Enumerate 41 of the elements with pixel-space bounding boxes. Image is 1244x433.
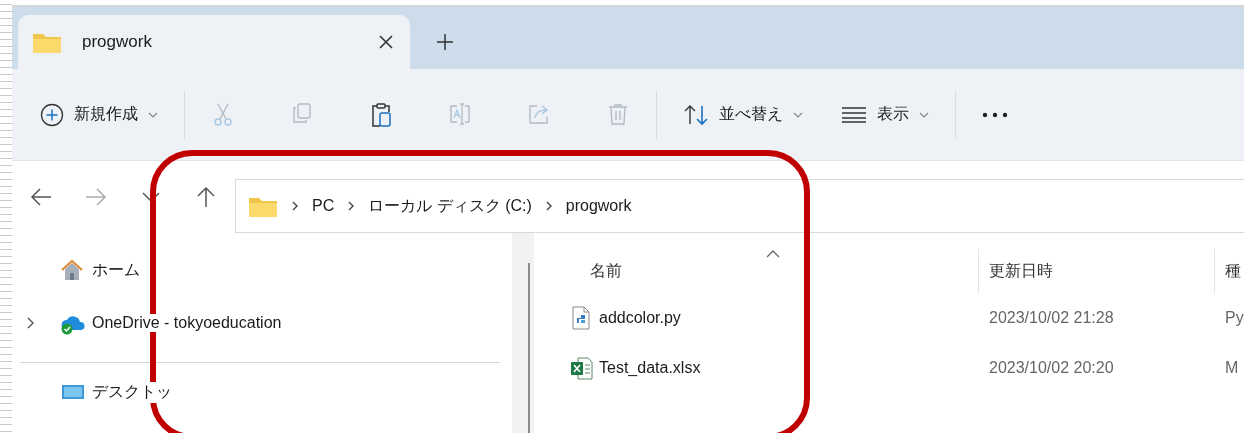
breadcrumb[interactable]: PC [312, 197, 335, 215]
chevron-icon [347, 200, 356, 212]
clipboard-icon[interactable] [369, 101, 393, 128]
sort-arrows-icon [683, 103, 709, 126]
sidebar-item[interactable]: ホーム [12, 255, 510, 285]
back-arrow-icon[interactable] [30, 186, 52, 208]
up-arrow-icon[interactable] [195, 186, 217, 208]
chevron-icon [291, 200, 299, 212]
address-bar[interactable]: PC ローカル ディスク (C:) progwork [235, 179, 1244, 233]
plus-icon[interactable] [436, 33, 454, 51]
breadcrumb[interactable]: progwork [565, 197, 632, 215]
python-file-icon [570, 306, 593, 330]
caret-icon [919, 111, 929, 118]
chevron-icon[interactable] [26, 316, 35, 330]
plus-circle-icon [40, 102, 64, 127]
sort-caret-icon [766, 250, 780, 258]
caret-icon [148, 111, 158, 118]
modified-date: 2023/10/02 21:28 [988, 309, 1115, 327]
file-type: Py [1224, 309, 1244, 327]
modified-date: 2023/10/02 20:20 [988, 359, 1115, 377]
more-icon[interactable] [982, 111, 1008, 118]
sidebar-item[interactable]: OneDrive - tokyoeducation [12, 308, 510, 338]
scrollbar[interactable] [512, 233, 534, 433]
list-icon [841, 106, 867, 123]
folder-tab[interactable]: progwork [18, 15, 410, 69]
chevron-icon [544, 200, 553, 212]
file-name: addcolor.py [599, 309, 681, 327]
file-type: M [1224, 359, 1239, 377]
caret-icon [793, 111, 803, 118]
file-name: Test_data.xlsx [599, 359, 701, 377]
column-header[interactable]: 更新日時 [978, 249, 1214, 293]
spreadsheet-file-icon [570, 356, 593, 380]
sidebar-item[interactable]: デスクトッ [12, 377, 510, 407]
breadcrumb[interactable]: ローカル ディスク (C:) [368, 195, 532, 217]
column-header[interactable]: 種 [1214, 249, 1244, 293]
sort-button[interactable]: 並べ替え [679, 97, 807, 132]
view-button[interactable]: 表示 [837, 98, 933, 131]
scrollbar-thumb[interactable] [528, 263, 530, 433]
column-header[interactable]: 名前 [568, 249, 978, 293]
new-button[interactable]: 新規作成 [36, 96, 162, 133]
close-icon[interactable] [378, 34, 394, 50]
